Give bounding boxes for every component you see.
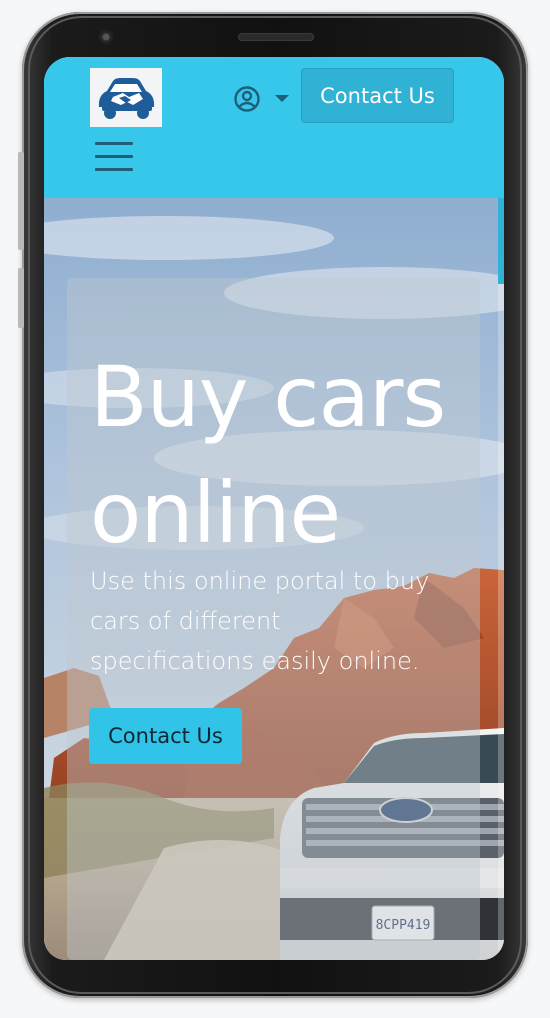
phone-side-button xyxy=(18,192,24,250)
phone-screen: Contact Us 8CPP419 Buy cars online Use t… xyxy=(44,57,504,960)
hero-subtitle: Use this online portal to buy cars of di… xyxy=(90,567,430,675)
scrollbar-thumb[interactable] xyxy=(498,198,504,284)
earpiece-speaker xyxy=(238,33,314,41)
front-camera-icon xyxy=(98,29,114,45)
user-account-icon[interactable] xyxy=(234,86,260,112)
site-header: Contact Us xyxy=(44,57,504,198)
header-contact-button[interactable]: Contact Us xyxy=(301,68,454,123)
car-handshake-logo-icon xyxy=(98,77,155,119)
phone-side-button xyxy=(18,268,24,328)
caret-down-icon[interactable] xyxy=(275,95,289,102)
scrollbar-track[interactable] xyxy=(498,198,504,960)
hero-title: Buy cars online xyxy=(90,348,446,562)
site-logo[interactable] xyxy=(90,68,162,127)
hamburger-menu-icon[interactable] xyxy=(95,142,133,172)
hero-contact-button[interactable]: Contact Us xyxy=(89,708,242,764)
